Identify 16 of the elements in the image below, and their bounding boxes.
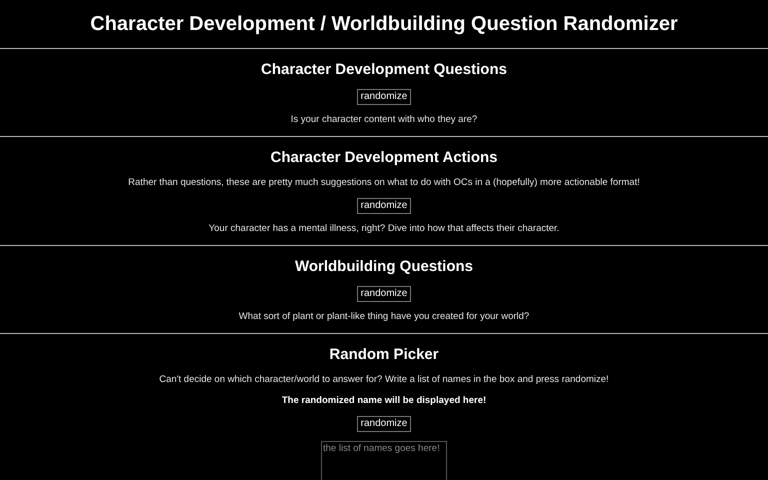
description-text: Rather than questions, these are pretty much suggestions on what to do with OCs in a (hopefully) more actionable format! xyxy=(128,177,640,189)
randomize-button[interactable]: randomize xyxy=(356,198,412,214)
section-heading: Random Picker xyxy=(329,345,439,365)
description-text: Can't decide on which character/world to answer for? Write a list of names in the box and press randomize! xyxy=(159,374,609,386)
page-title: Character Development / Worldbuilding Question Randomizer xyxy=(90,12,678,37)
randomize-button[interactable]: randomize xyxy=(356,89,412,105)
picked-name: The randomized name will be displayed here! xyxy=(282,395,486,407)
random-result: Your character has a mental illness, right? Dive into how that affects their character. xyxy=(208,223,560,235)
random-result: Is your character content with who they are? xyxy=(290,114,478,126)
randomize-button[interactable]: randomize xyxy=(356,416,412,432)
section-heading: Character Development Actions xyxy=(270,148,498,168)
names-input[interactable]: the list of names goes here! xyxy=(321,441,447,480)
randomize-button[interactable]: randomize xyxy=(356,286,412,302)
section-heading: Character Development Questions xyxy=(261,60,507,80)
section-heading: Worldbuilding Questions xyxy=(294,257,474,277)
random-result: What sort of plant or plant-like thing have you created for your world? xyxy=(238,311,530,323)
